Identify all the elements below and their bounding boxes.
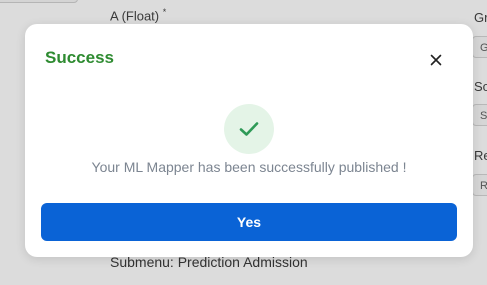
background-field-label-text: A (Float) [110,8,160,24]
yes-button[interactable]: Yes [41,203,457,241]
background-input-box [0,0,78,3]
background-box-1: G [472,36,487,58]
background-label-3: Re [474,148,487,163]
close-button[interactable] [427,51,445,69]
close-icon [430,54,442,66]
success-message: Your ML Mapper has been successfully pub… [91,159,407,175]
required-mark: * [162,7,167,17]
background-label-1: Gr [474,10,487,25]
success-dialog: Success Your ML Mapper has been successf… [25,24,473,257]
background-field-label: A (Float) * [110,7,166,23]
background-box-2: S [472,104,487,126]
success-status-badge [224,104,274,154]
check-icon [239,122,259,136]
dialog-title: Success [45,48,114,67]
background-label-2: So [474,79,487,94]
background-box-3: R [472,174,487,196]
